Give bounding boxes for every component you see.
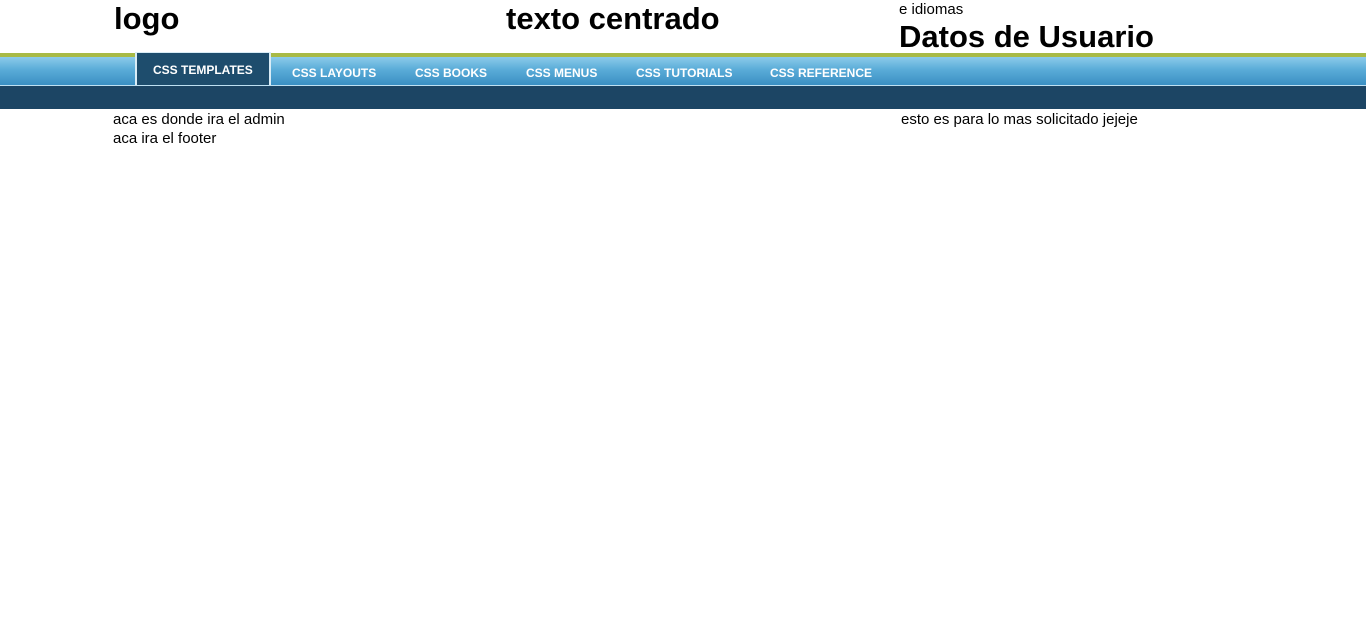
nav-item-css-templates[interactable]: CSS TEMPLATES [135,52,271,85]
admin-area-text: aca es donde ira el admin [113,111,285,128]
user-data-heading: Datos de Usuario [899,19,1154,54]
nav-item-css-reference[interactable]: CSS REFERENCE [770,57,872,85]
languages-text[interactable]: e idiomas [899,1,963,18]
header: logo texto centrado e idiomas Datos de U… [0,0,1366,54]
nav-item-css-layouts[interactable]: CSS LAYOUTS [292,57,376,85]
nav-item-css-tutorials[interactable]: CSS TUTORIALS [636,57,732,85]
most-requested-text: esto es para lo mas solicitado jejeje [901,111,1138,128]
footer-text: aca ira el footer [113,130,217,147]
sub-nav-bar [0,86,1366,109]
logo[interactable]: logo [114,1,179,37]
nav-item-css-menus[interactable]: CSS MENUS [526,57,597,85]
main-content: aca es donde ira el admin aca ira el foo… [0,109,1366,169]
nav-bar: CSS TEMPLATES CSS LAYOUTS CSS BOOKS CSS … [0,52,1366,86]
nav-item-css-books[interactable]: CSS BOOKS [415,57,487,85]
centered-title: texto centrado [506,1,720,36]
